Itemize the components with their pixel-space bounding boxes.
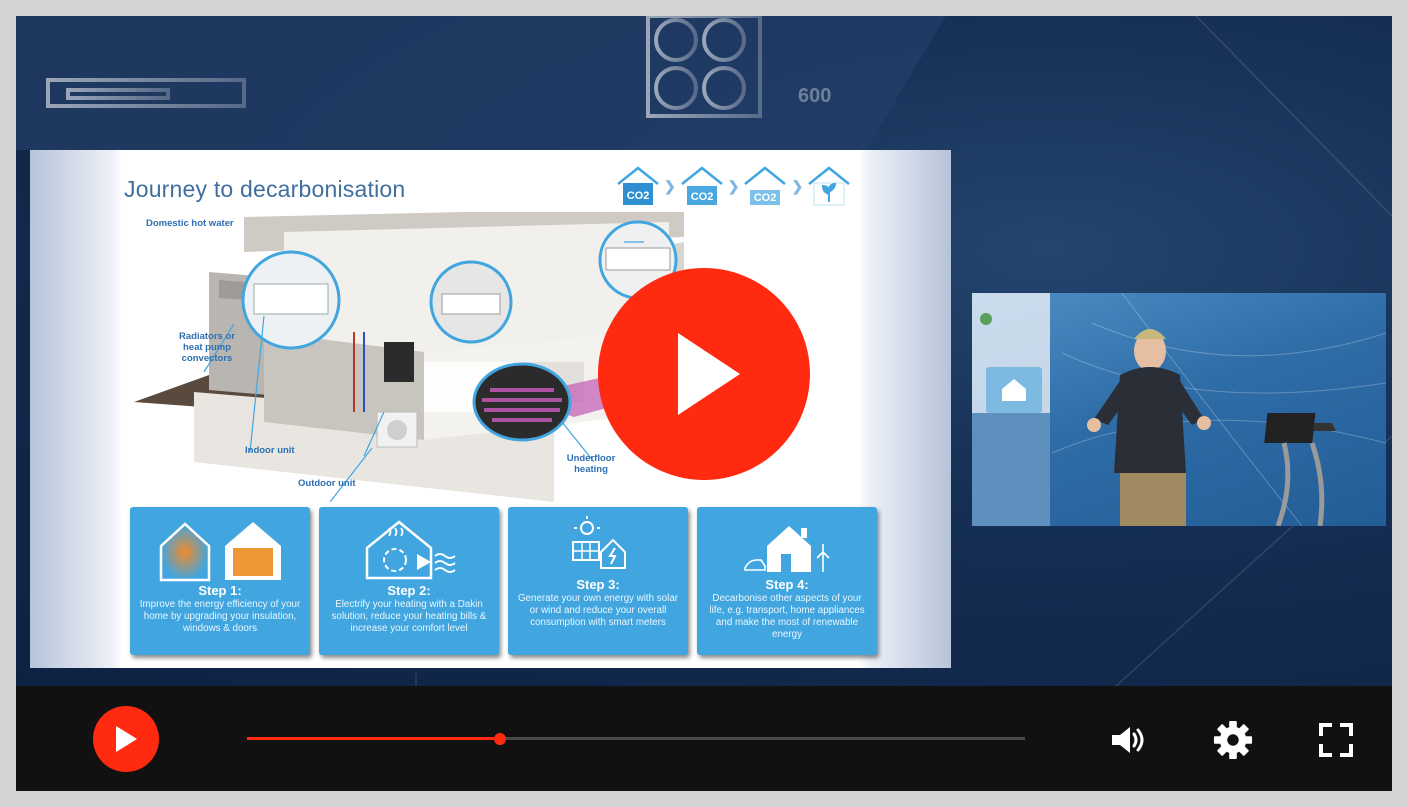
step-1-title: Step 1: — [198, 583, 242, 598]
fullscreen-button[interactable] — [1316, 720, 1356, 760]
step-3-title: Step 3: — [576, 577, 620, 592]
play-icon — [116, 726, 137, 752]
callout-underfloor-heating: Underfloor heating — [566, 453, 616, 475]
co2-house-icon: CO2 — [617, 166, 659, 205]
chevron-right-icon: ❯ — [727, 177, 740, 194]
callout-radiators: Radiators or heat pump convectors — [179, 331, 235, 364]
progress-scrubber-handle[interactable] — [493, 733, 506, 745]
step-4-text: Decarbonise other aspects of your life, … — [709, 593, 865, 640]
speaker-video-frame — [972, 293, 1386, 526]
play-button[interactable] — [93, 706, 159, 772]
callout-domestic-hot-water: Domestic hot water — [146, 218, 234, 229]
solar-energy-icon — [508, 513, 688, 585]
video-player[interactable]: 600 Journey to decarbonisation CO2 ❯ CO2… — [16, 16, 1392, 791]
step-card-3: Step 3: Generate your own energy with so… — [508, 507, 688, 655]
step-card-1: Step 1: Improve the energy efficiency of… — [130, 507, 310, 655]
callout-indoor-unit: Indoor unit — [245, 445, 295, 456]
co2-label-2: CO2 — [690, 191, 713, 203]
control-bar — [16, 686, 1392, 791]
fullscreen-icon — [1319, 723, 1353, 757]
step-3-text: Generate your own energy with solar or w… — [517, 593, 679, 628]
insulation-houses-icon — [130, 513, 310, 585]
heat-pump-house-icon — [319, 513, 499, 585]
decarbonise-house-icon — [697, 513, 877, 585]
callout-outdoor-unit: Outdoor unit — [298, 478, 356, 489]
co2-label-1: CO2 — [627, 190, 650, 202]
blueprint-label: 600 — [798, 85, 831, 107]
step-4-title: Step 4: — [765, 577, 809, 592]
chevron-right-icon: ❯ — [664, 177, 676, 194]
settings-button[interactable] — [1213, 720, 1253, 760]
leaf-house-icon — [808, 166, 850, 206]
step-card-2: Step 2: Electrify your heating with a Da… — [319, 507, 499, 655]
step-2-text: Electrify your heating with a Dakin solu… — [331, 599, 487, 634]
co2-house-icon: CO2 — [680, 166, 723, 205]
big-play-button[interactable] — [598, 268, 810, 480]
step-2-title: Step 2: — [387, 583, 431, 598]
video-stage[interactable]: 600 Journey to decarbonisation CO2 ❯ CO2… — [16, 16, 1392, 686]
presentation-slide: Journey to decarbonisation CO2 ❯ CO2 ❯ C… — [30, 150, 951, 668]
step-card-4: Step 4: Decarbonise other aspects of you… — [697, 507, 877, 655]
progress-bar[interactable] — [247, 733, 1025, 745]
gear-icon — [1213, 720, 1253, 760]
progress-fill — [247, 737, 500, 740]
volume-icon — [1112, 727, 1144, 753]
co2-label-3: CO2 — [754, 192, 777, 204]
chevron-right-icon: ❯ — [791, 177, 804, 194]
co2-house-icon: CO2 — [744, 166, 787, 205]
volume-button[interactable] — [1108, 720, 1148, 760]
step-1-text: Improve the energy efficiency of your ho… — [139, 599, 301, 634]
speaker-camera-view — [972, 293, 1386, 526]
co2-journey-icons: CO2 ❯ CO2 ❯ CO2 ❯ — [616, 164, 851, 208]
steps-row: Step 1: Improve the energy efficiency of… — [130, 507, 877, 655]
play-icon — [678, 333, 740, 415]
slide-title: Journey to decarbonisation — [124, 176, 406, 202]
